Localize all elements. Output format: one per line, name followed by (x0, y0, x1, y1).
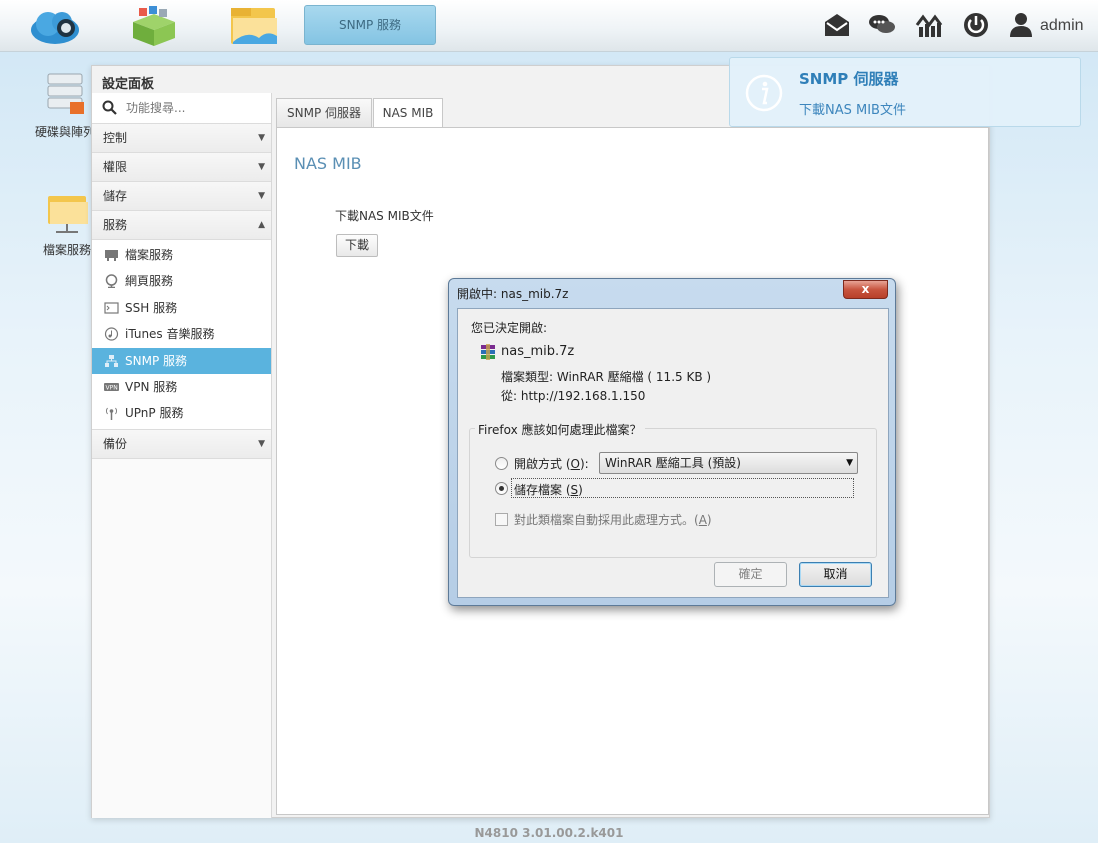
section-label: 備份 (103, 436, 128, 451)
ok-button[interactable]: 確定 (714, 562, 787, 587)
tab-nas-mib[interactable]: NAS MIB (373, 98, 443, 130)
sidebar: 控制 ▼ 權限 ▼ 儲存 ▼ 服務 ▲ 檔案服務 網頁服務 SS (92, 93, 272, 818)
cloud-icon[interactable] (28, 4, 82, 48)
power-icon[interactable] (962, 11, 990, 39)
chevron-down-icon: ▼ (258, 438, 265, 449)
network-tree-icon (105, 354, 118, 367)
section-storage[interactable]: 儲存 ▼ (92, 182, 271, 211)
section-control[interactable]: 控制 ▼ (92, 124, 271, 153)
chevron-down-icon: ▼ (258, 191, 265, 201)
open-with-value: WinRAR 壓縮工具 (預設) (605, 456, 741, 470)
section-service[interactable]: 服務 ▲ (92, 211, 271, 240)
cancel-button[interactable]: 取消 (799, 562, 872, 587)
active-app-tab[interactable]: SNMP 服務 (304, 5, 436, 45)
vpn-icon: VPN (104, 382, 119, 391)
user-icon[interactable] (1008, 11, 1034, 39)
sidebar-item-upnp[interactable]: UPnP 服務 (92, 400, 271, 427)
notification-title: SNMP 伺服器 (799, 70, 899, 88)
save-file-label: 儲存檔案 (S) (514, 483, 583, 497)
search-bar (92, 93, 271, 124)
section-label: 權限 (103, 160, 128, 174)
sidebar-item-label: UPnP 服務 (125, 406, 184, 421)
mail-icon[interactable] (823, 11, 851, 39)
top-bar: SNMP 服務 admin (0, 0, 1098, 52)
download-dialog: 開啟中: nas_mib.7z x 您已決定開啟: nas_mib.7z 檔案類… (448, 278, 896, 606)
resource-monitor-icon[interactable] (915, 11, 943, 39)
service-list: 檔案服務 網頁服務 SSH 服務 iTunes 音樂服務 SNMP 服務 VPN… (92, 240, 271, 430)
file-name: nas_mib.7z (501, 344, 575, 359)
sidebar-item-label: SNMP 服務 (125, 353, 187, 368)
panel-title: NAS MIB (294, 154, 362, 173)
folder-icon (48, 196, 88, 233)
dialog-intro: 您已決定開啟: (471, 321, 548, 335)
sidebar-item-itunes[interactable]: iTunes 音樂服務 (92, 321, 271, 348)
user-name[interactable]: admin (1040, 17, 1084, 35)
window-title: 設定面板 (102, 77, 155, 92)
info-icon (745, 74, 783, 112)
download-button[interactable]: 下載 (336, 234, 378, 257)
chevron-down-icon: ▼ (258, 133, 265, 143)
group-title: Firefox 應該如何處理此檔案？ (475, 421, 645, 438)
version-label: N4810 3.01.00.2.k401 (474, 826, 624, 840)
terminal-icon (104, 302, 119, 314)
file-source: 從: http://192.168.1.150 (501, 389, 646, 403)
notification-popup[interactable]: SNMP 伺服器 下載NAS MIB文件 (729, 57, 1081, 127)
open-with-label: 開啟方式 (O): (514, 457, 589, 471)
section-label: 儲存 (103, 189, 128, 203)
open-with-radio[interactable] (495, 457, 508, 470)
sidebar-item-label: VPN 服務 (125, 379, 178, 394)
tab-snmp-server[interactable]: SNMP 伺服器 (276, 98, 372, 128)
chevron-down-icon: ▼ (258, 162, 265, 172)
sidebar-item-label: 網頁服務 (125, 274, 174, 289)
storage-icon (47, 73, 84, 114)
globe-icon (105, 274, 118, 289)
download-description: 下載NAS MIB文件 (335, 209, 434, 223)
handling-options-group: Firefox 應該如何處理此檔案？ 開啟方式 (O): WinRAR 壓縮工具… (469, 421, 877, 558)
section-backup[interactable]: 備份 ▼ (92, 429, 271, 459)
music-icon (104, 327, 119, 341)
notification-message: 下載NAS MIB文件 (799, 103, 906, 118)
save-file-radio[interactable] (495, 482, 508, 495)
sidebar-item-label: SSH 服務 (125, 300, 178, 315)
sidebar-item-snmp[interactable]: SNMP 服務 (92, 347, 271, 374)
sidebar-item-label: 檔案服務 (125, 248, 174, 262)
winrar-archive-icon (481, 344, 495, 360)
dialog-title: 開啟中: nas_mib.7z (457, 287, 569, 301)
dialog-body: 您已決定開啟: nas_mib.7z 檔案類型: WinRAR 壓縮檔 ( 11… (457, 308, 889, 598)
app-center-icon[interactable] (127, 4, 181, 48)
search-input[interactable] (126, 99, 266, 117)
open-with-select[interactable]: WinRAR 壓縮工具 (預設) ▼ (599, 452, 858, 474)
auto-action-label: 對此類檔案自動採用此處理方式。(A) (514, 513, 712, 527)
chevron-up-icon: ▲ (258, 220, 265, 230)
sidebar-item-ssh[interactable]: SSH 服務 (92, 294, 271, 322)
sidebar-item-file-service[interactable]: 檔案服務 (92, 242, 271, 269)
section-label: 控制 (103, 131, 128, 145)
dropdown-arrow-icon: ▼ (846, 458, 853, 468)
sidebar-item-label: iTunes 音樂服務 (125, 327, 215, 342)
section-label: 服務 (103, 218, 128, 232)
file-server-icon (105, 250, 118, 261)
file-manager-icon[interactable] (227, 4, 281, 48)
search-icon (102, 100, 117, 115)
section-permission[interactable]: 權限 ▼ (92, 153, 271, 182)
chat-icon[interactable] (868, 11, 896, 39)
close-button[interactable]: x (843, 280, 888, 299)
antenna-icon (106, 408, 117, 421)
sidebar-item-vpn[interactable]: VPN VPN 服務 (92, 373, 271, 401)
sidebar-item-web-service[interactable]: 網頁服務 (92, 268, 271, 295)
file-type: 檔案類型: WinRAR 壓縮檔 ( 11.5 KB ) (501, 370, 712, 384)
svg-text:VPN: VPN (106, 384, 118, 391)
auto-action-checkbox[interactable] (495, 513, 508, 526)
